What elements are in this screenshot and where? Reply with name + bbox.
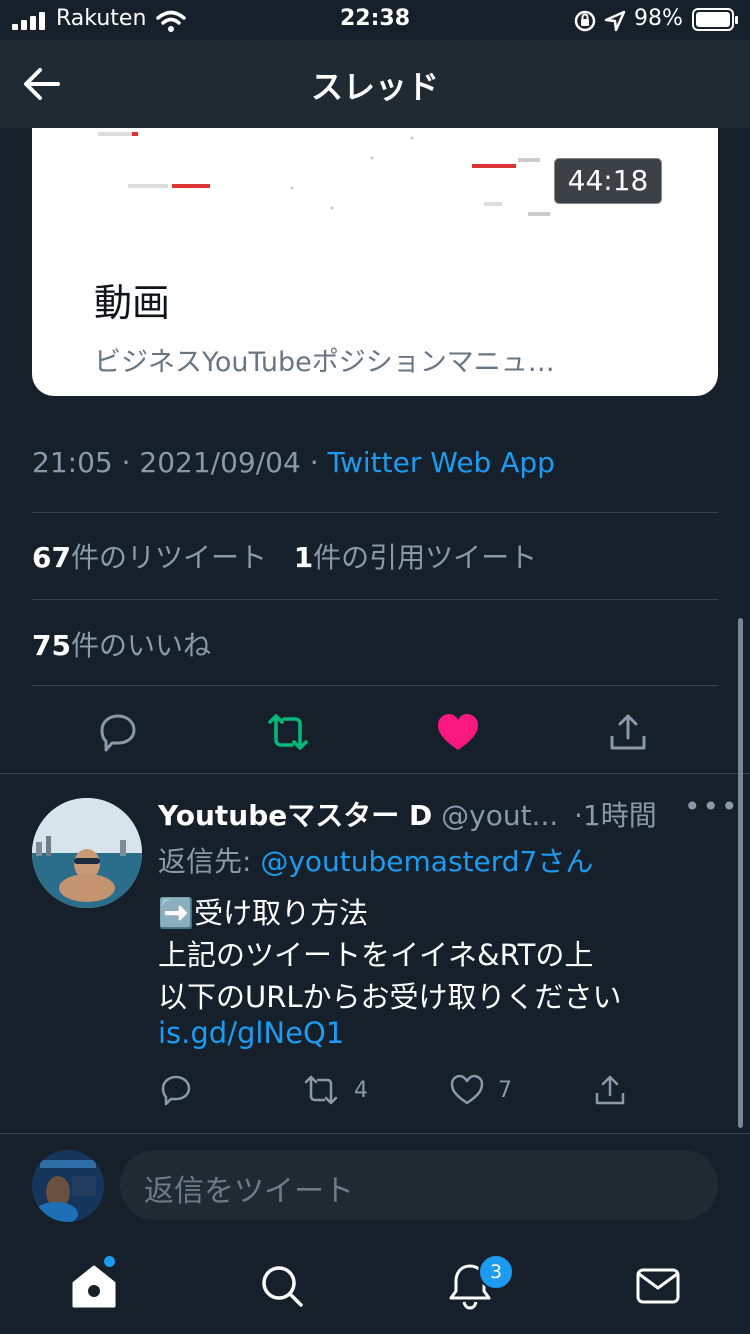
likes-count: 75 [32, 629, 71, 662]
reply-share-button[interactable] [594, 1070, 626, 1110]
card-title: 動画 [94, 281, 171, 325]
share-button[interactable] [598, 708, 658, 756]
divider [32, 512, 718, 513]
reply-like-button[interactable]: 7 [450, 1070, 512, 1110]
heart-icon [450, 1074, 484, 1105]
retweets-label: 件のリツイート [70, 541, 267, 574]
reply-retweet-count: 4 [354, 1077, 368, 1103]
link-card[interactable]: 44:18 動画 ビジネスYouTubeポジションマニュ… [32, 128, 718, 396]
reply-icon [161, 1075, 191, 1106]
avatar-photo [32, 798, 142, 908]
likes-link[interactable]: 75件のいいね [32, 624, 211, 664]
reply-button[interactable] [88, 708, 148, 756]
tweet-timestamp: 21:05 · 2021/09/04 · Twitter Web App [32, 446, 555, 479]
tweet-date: 2021/09/04 [139, 446, 301, 479]
share-icon [595, 1075, 625, 1105]
share-icon [610, 714, 646, 750]
notification-badge: 3 [478, 1254, 514, 1290]
reply-retweet-button[interactable]: 4 [302, 1070, 368, 1110]
retweet-stats: 67件のリツイート 1件の引用ツイート [32, 536, 537, 576]
messages-icon [636, 1268, 680, 1304]
retweet-icon [304, 1075, 338, 1105]
reply-author[interactable]: Youtubeマスター D @yout... [158, 794, 558, 834]
user-avatar[interactable] [32, 1150, 104, 1222]
status-bar: Rakuten 22:38 98% [0, 0, 750, 40]
reply-icon [100, 714, 136, 752]
like-button[interactable] [428, 708, 488, 756]
retweets-link[interactable]: 67件のリツイート [32, 541, 267, 574]
author-name: Youtubeマスター D [158, 799, 433, 832]
card-description: ビジネスYouTubeポジションマニュ… [94, 347, 555, 378]
video-duration: 44:18 [554, 158, 662, 204]
meta-separator: · [121, 446, 131, 479]
reply-compose-field[interactable]: 返信をツイート [120, 1150, 718, 1220]
battery-percent: 98% [634, 6, 683, 31]
reply-text-line: 上記のツイートをイイネ&RTの上 [158, 938, 594, 972]
reply-text-line: 以下のURLからお受け取りください [158, 980, 622, 1014]
tweet-time: 21:05 [32, 446, 113, 479]
divider [0, 773, 750, 774]
reply-to-handle[interactable]: @youtubemasterd7さん [260, 845, 593, 878]
divider [0, 1133, 750, 1134]
reply-to-label: 返信先: [158, 845, 252, 878]
page-title: スレッド [310, 68, 439, 106]
divider [32, 685, 718, 686]
tab-search[interactable] [252, 1256, 312, 1316]
heart-icon [438, 714, 478, 750]
search-icon [262, 1266, 303, 1307]
quotes-label: 件の引用ツイート [313, 541, 538, 574]
author-handle: @yout... [441, 799, 559, 832]
battery-icon [692, 8, 738, 31]
quotes-count: 1 [293, 541, 314, 574]
reply-link[interactable]: is.gd/glNeQ1 [158, 1016, 344, 1050]
compose-placeholder: 返信をツイート [144, 1174, 354, 1209]
retweet-button[interactable] [258, 708, 318, 756]
orientation-lock-icon [574, 10, 596, 32]
more-options-button[interactable]: ••• [684, 790, 740, 823]
reply-to: 返信先: @youtubemasterd7さん [158, 840, 593, 880]
retweet-icon [268, 714, 308, 750]
home-new-indicator [104, 1256, 115, 1267]
tab-home[interactable] [64, 1256, 124, 1316]
reply-reply-button[interactable] [160, 1070, 192, 1110]
scrollbar[interactable] [738, 618, 743, 1128]
divider [32, 599, 718, 600]
retweets-count: 67 [32, 541, 71, 574]
meta-separator: · [309, 446, 319, 479]
reply-time: ·1時間 [574, 799, 657, 832]
likes-label: 件のいいね [70, 629, 211, 662]
avatar-photo [32, 1150, 104, 1222]
reply-avatar[interactable] [32, 798, 142, 908]
location-icon [604, 10, 626, 32]
quotes-link[interactable]: 1件の引用ツイート [294, 541, 538, 574]
reply-text-line: ➡️受け取り方法 [158, 896, 369, 930]
tweet-source-link[interactable]: Twitter Web App [328, 446, 555, 479]
tab-messages[interactable] [628, 1256, 688, 1316]
reply-like-count: 7 [498, 1077, 512, 1103]
home-icon [72, 1265, 116, 1308]
header: スレッド [0, 40, 750, 128]
